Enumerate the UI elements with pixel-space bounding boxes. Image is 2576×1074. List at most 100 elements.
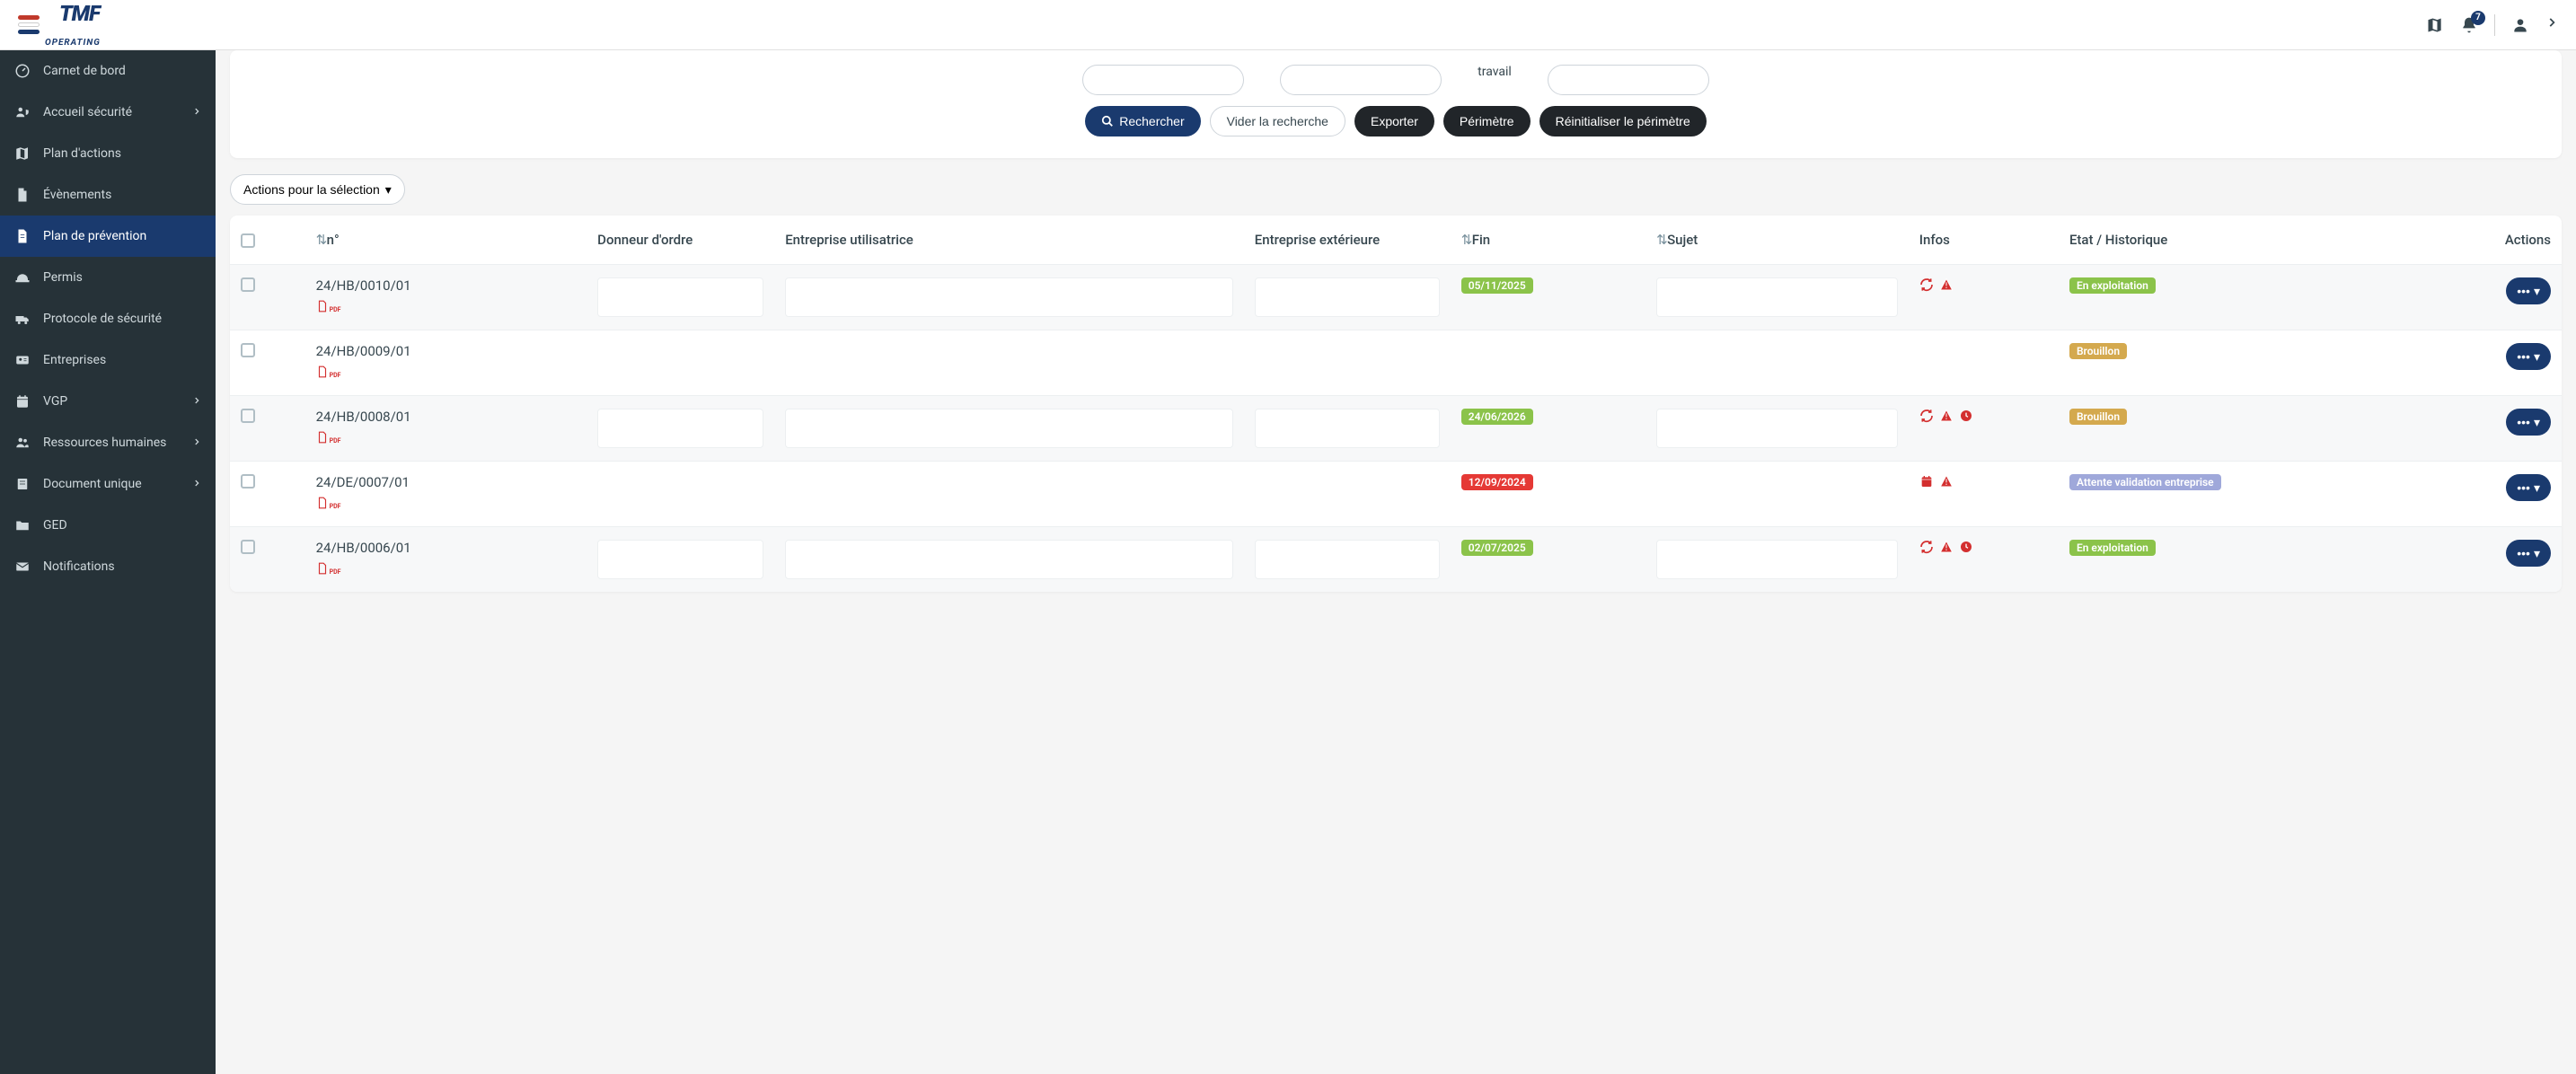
exterieure-box [1255, 409, 1440, 448]
table-row: 24/HB/0009/01PDF Brouillon ••• ▾ [230, 330, 2562, 396]
pdf-icon[interactable]: PDF [316, 299, 341, 313]
col-header-utilisatrice: Entreprise utilisatrice [774, 216, 1244, 265]
sidebar-item-label: Accueil sécurité [43, 105, 132, 119]
row-checkbox[interactable] [241, 277, 255, 292]
row-checkbox[interactable] [241, 540, 255, 554]
status-pill: En exploitation [2069, 277, 2156, 294]
sidebar-item-label: Document unique [43, 477, 142, 491]
document-number[interactable]: 24/HB/0008/01 [316, 409, 577, 425]
clock-icon [1959, 409, 1973, 423]
sort-icon: ⇅ [316, 232, 325, 248]
table-row: 24/HB/0006/01PDF 02/07/2025 En exploitat… [230, 527, 2562, 593]
dashboard-icon [14, 63, 31, 79]
logo-stripes-icon [18, 15, 40, 34]
chevron-right-icon [192, 436, 201, 450]
export-button[interactable]: Exporter [1354, 106, 1434, 136]
sujet-box [1656, 540, 1898, 579]
status-pill: Brouillon [2069, 409, 2127, 425]
perimeter-button[interactable]: Périmètre [1443, 106, 1531, 136]
main-content: travail Rechercher Vider la recherche Ex… [216, 50, 2576, 1074]
clock-icon [1959, 540, 1973, 554]
pdf-icon[interactable]: PDF [316, 430, 341, 445]
col-header-num[interactable]: ⇅n° [305, 216, 587, 265]
sidebar-item-entreprises[interactable]: Entreprises [0, 339, 216, 381]
row-checkbox[interactable] [241, 474, 255, 489]
file-alt-icon [14, 228, 31, 244]
caret-down-icon: ▾ [2534, 284, 2540, 299]
refresh-icon [1919, 277, 1934, 292]
document-number[interactable]: 24/HB/0009/01 [316, 343, 577, 359]
document-number[interactable]: 24/HB/0006/01 [316, 540, 577, 556]
sidebar-item-permis[interactable]: Permis [0, 257, 216, 298]
donneur-box [597, 409, 763, 448]
sort-icon: ⇅ [1656, 232, 1665, 248]
row-actions-button[interactable]: ••• ▾ [2506, 343, 2551, 370]
pdf-icon[interactable]: PDF [316, 496, 341, 510]
map-icon[interactable] [2426, 16, 2444, 34]
chevron-right-icon[interactable] [2545, 16, 2558, 34]
sort-icon: ⇅ [1461, 232, 1470, 248]
select-all-checkbox[interactable] [241, 233, 255, 248]
search-button[interactable]: Rechercher [1085, 106, 1200, 136]
calendar-icon [1919, 474, 1934, 489]
refresh-icon [1919, 540, 1934, 554]
col-header-fin[interactable]: ⇅Fin [1451, 216, 1645, 265]
users-icon [14, 435, 31, 451]
col-header-sujet[interactable]: ⇅Sujet [1645, 216, 1909, 265]
sidebar-item-accueil-s-curit-[interactable]: Accueil sécurité [0, 92, 216, 133]
status-pill: Attente validation entreprise [2069, 474, 2221, 490]
filter-input-2[interactable] [1280, 65, 1442, 95]
sidebar-item-notifications[interactable]: Notifications [0, 546, 216, 587]
warning-icon [1939, 277, 1954, 292]
notification-badge: 7 [2471, 11, 2485, 25]
row-actions-button[interactable]: ••• ▾ [2506, 474, 2551, 501]
sidebar-item--v-nements[interactable]: Évènements [0, 174, 216, 216]
sidebar-item-plan-d-actions[interactable]: Plan d'actions [0, 133, 216, 174]
logo-text-sub: OPERATING [45, 39, 114, 48]
sidebar-item-document-unique[interactable]: Document unique [0, 463, 216, 505]
row-checkbox[interactable] [241, 343, 255, 357]
sidebar-item-ressources-humaines[interactable]: Ressources humaines [0, 422, 216, 463]
utilisatrice-box [785, 277, 1233, 317]
sidebar-item-ged[interactable]: GED [0, 505, 216, 546]
row-actions-button[interactable]: ••• ▾ [2506, 409, 2551, 436]
sidebar-item-vgp[interactable]: VGP [0, 381, 216, 422]
exterieure-box [1255, 277, 1440, 317]
filter-input-3[interactable] [1548, 65, 1709, 95]
sidebar-item-label: Notifications [43, 559, 115, 574]
sidebar-item-label: Plan d'actions [43, 146, 121, 161]
chevron-right-icon [192, 105, 201, 119]
document-number[interactable]: 24/DE/0007/01 [316, 474, 577, 490]
sidebar-item-carnet-de-bord[interactable]: Carnet de bord [0, 50, 216, 92]
sujet-box [1656, 409, 1898, 448]
sidebar-item-label: Permis [43, 270, 83, 285]
dots-icon: ••• [2517, 284, 2530, 298]
caret-down-icon: ▾ [2534, 349, 2540, 365]
pdf-icon[interactable]: PDF [316, 561, 341, 576]
bell-icon[interactable]: 7 [2460, 16, 2478, 34]
sidebar-item-protocole-de-s-curit-[interactable]: Protocole de sécurité [0, 298, 216, 339]
file-icon [14, 187, 31, 203]
row-actions-button[interactable]: ••• ▾ [2506, 540, 2551, 567]
row-checkbox[interactable] [241, 409, 255, 423]
exterieure-box [1255, 540, 1440, 579]
refresh-icon [1919, 409, 1934, 423]
document-number[interactable]: 24/HB/0010/01 [316, 277, 577, 294]
pdf-icon[interactable]: PDF [316, 365, 341, 379]
caret-down-icon: ▾ [2534, 480, 2540, 496]
filter-input-1[interactable] [1082, 65, 1244, 95]
clear-search-button[interactable]: Vider la recherche [1210, 106, 1345, 136]
hard-hat-icon [14, 269, 31, 286]
logo[interactable]: TMF OPERATING [18, 3, 114, 48]
sidebar-item-plan-de-pr-vention[interactable]: Plan de prévention [0, 216, 216, 257]
col-header-infos: Infos [1909, 216, 2059, 265]
caret-down-icon: ▾ [385, 182, 392, 198]
end-date-pill: 02/07/2025 [1461, 540, 1533, 556]
row-actions-button[interactable]: ••• ▾ [2506, 277, 2551, 304]
dots-icon: ••• [2517, 546, 2530, 560]
sidebar-item-label: GED [43, 518, 67, 533]
book-icon [14, 476, 31, 492]
bulk-actions-dropdown[interactable]: Actions pour la sélection ▾ [230, 174, 405, 205]
user-icon[interactable] [2511, 16, 2529, 34]
reset-perimeter-button[interactable]: Réinitialiser le périmètre [1539, 106, 1707, 136]
